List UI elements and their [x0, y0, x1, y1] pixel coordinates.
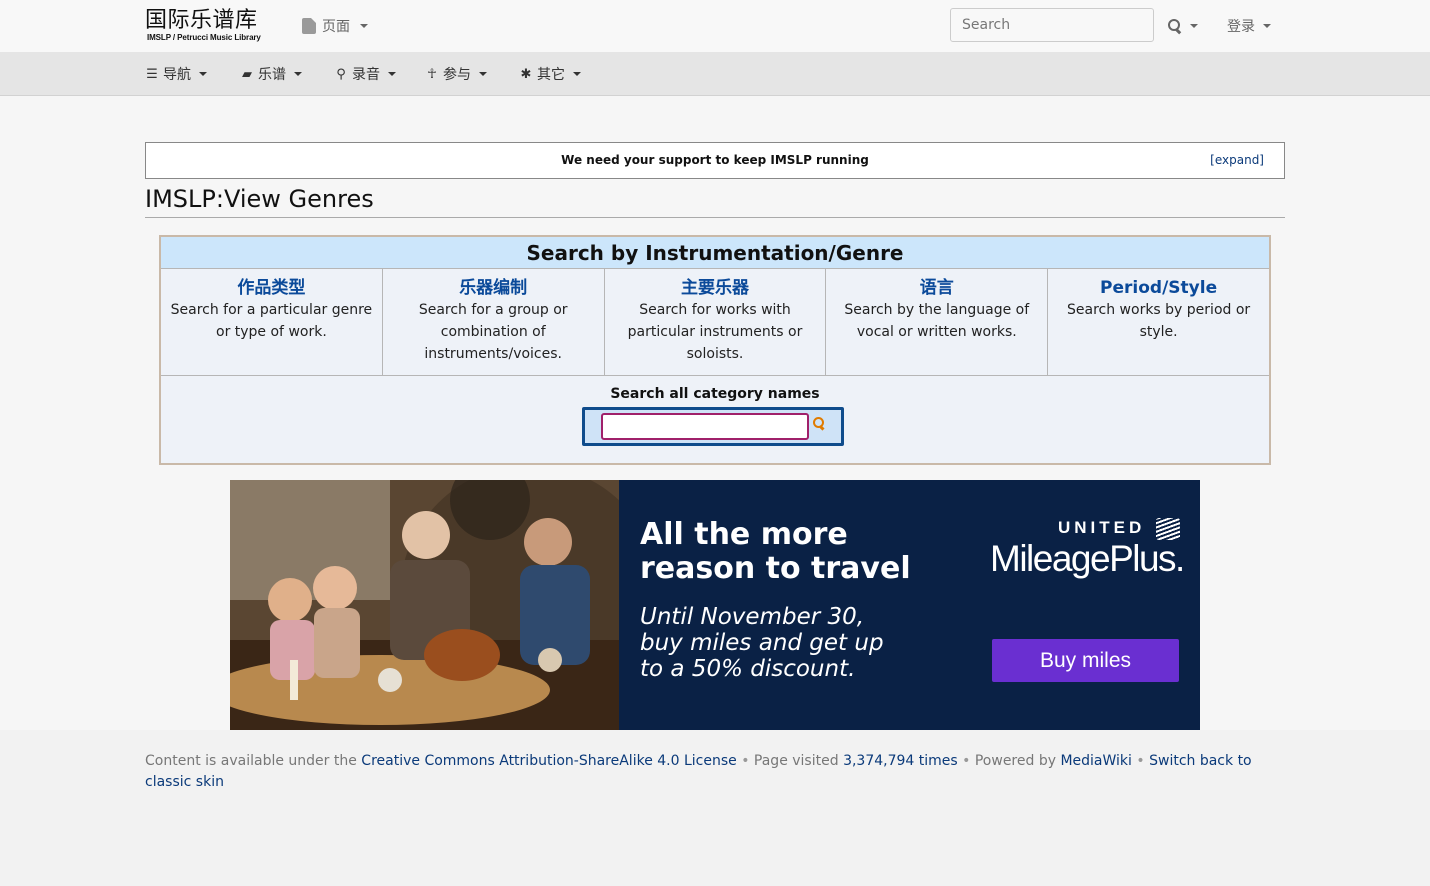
nav-item-other[interactable]: ✱ 其它 — [519, 65, 581, 83]
genre-search-table: Search by Instrumentation/Genre 作品类型 Sea… — [159, 235, 1271, 465]
title-divider — [145, 217, 1285, 218]
genre-link-period-style[interactable]: Period/Style — [1054, 278, 1263, 298]
genre-column: 乐器编制 Search for a group or combination o… — [383, 269, 605, 375]
advertisement-banner[interactable]: All the more reason to travel Until Nove… — [230, 480, 1200, 730]
chevron-down-icon — [573, 72, 581, 76]
nav-item-scores[interactable]: ▰ 乐谱 — [240, 65, 302, 83]
footer: Content is available under the Creative … — [145, 751, 1265, 793]
license-link[interactable]: Creative Commons Attribution-ShareAlike … — [361, 753, 736, 769]
book-icon: ▰ — [242, 66, 252, 82]
ad-brand: MileagePlus. — [990, 538, 1185, 579]
ad-photo — [230, 480, 619, 730]
logo-title: 国际乐谱库 — [145, 8, 258, 33]
support-banner: We need your support to keep IMSLP runni… — [145, 142, 1285, 179]
login-dropdown[interactable]: 登录 — [1227, 15, 1271, 37]
genre-column-desc: Search by the language of vocal or writt… — [844, 302, 1030, 340]
genre-link-work-type[interactable]: 作品类型 — [167, 278, 376, 298]
search-icon[interactable] — [812, 416, 828, 432]
chevron-down-icon — [388, 72, 396, 76]
genre-columns: 作品类型 Search for a particular genre or ty… — [161, 269, 1269, 376]
globe-icon — [1156, 518, 1180, 540]
category-search-box — [582, 407, 844, 446]
nav-item-navigation[interactable]: ☰ 导航 — [145, 65, 207, 83]
page-menu-label: 页面 — [322, 19, 350, 35]
visit-count-link[interactable]: 3,374,794 times — [843, 753, 958, 769]
nav-item-label: 乐谱 — [258, 67, 286, 83]
genre-link-instrumentation[interactable]: 乐器编制 — [389, 278, 598, 298]
page-title: IMSLP:View Genres — [145, 185, 374, 213]
menu-icon: ☰ — [146, 66, 158, 82]
ad-photo-illustration — [230, 480, 619, 730]
chevron-down-icon — [1190, 24, 1198, 28]
expand-link[interactable]: [expand] — [1210, 153, 1264, 167]
nav-item-label: 其它 — [537, 67, 565, 83]
genre-column-desc: Search for a particular genre or type of… — [170, 302, 373, 340]
person-icon: ☥ — [427, 66, 437, 82]
category-search-input[interactable] — [601, 413, 809, 440]
genre-link-featured-instrument[interactable]: 主要乐器 — [611, 278, 820, 298]
footer-powered-prefix: Powered by — [970, 753, 1061, 769]
ad-headline: All the more reason to travel — [640, 517, 911, 586]
main-navbar: ☰ 导航 ▰ 乐谱 ⚲ 录音 ☥ 参与 ✱ 其它 — [0, 52, 1430, 96]
genre-column: 主要乐器 Search for works with particular in… — [605, 269, 827, 375]
chevron-down-icon — [360, 24, 368, 28]
asterisk-icon: ✱ — [520, 66, 532, 82]
search-input[interactable] — [950, 8, 1154, 42]
nav-item-participate[interactable]: ☥ 参与 — [425, 65, 487, 83]
genre-column-desc: Search for works with particular instrum… — [627, 302, 803, 362]
login-label: 登录 — [1227, 19, 1255, 35]
genre-column: 作品类型 Search for a particular genre or ty… — [161, 269, 383, 375]
page-icon — [302, 18, 316, 34]
nav-item-recordings[interactable]: ⚲ 录音 — [334, 65, 396, 83]
footer-separator: • — [1136, 753, 1145, 769]
nav-item-label: 参与 — [443, 67, 471, 83]
chevron-down-icon — [294, 72, 302, 76]
page-menu-dropdown[interactable]: 页面 — [302, 15, 368, 37]
genre-column-desc: Search works by period or style. — [1067, 302, 1251, 340]
buy-miles-button[interactable]: Buy miles — [992, 639, 1179, 682]
genre-column-desc: Search for a group or combination of ins… — [418, 302, 568, 362]
ad-brand-small: UNITED — [1058, 518, 1146, 537]
genre-column: Period/Style Search works by period or s… — [1048, 269, 1269, 375]
genre-table-header: Search by Instrumentation/Genre — [161, 237, 1269, 269]
ad-subtext: Until November 30, buy miles and get up … — [640, 604, 884, 682]
nav-item-label: 导航 — [163, 67, 191, 83]
mediawiki-link[interactable]: MediaWiki — [1060, 753, 1131, 769]
chevron-down-icon — [199, 72, 207, 76]
genre-link-language[interactable]: 语言 — [832, 278, 1041, 298]
support-text: We need your support to keep IMSLP runni… — [561, 153, 869, 167]
category-search-label: Search all category names — [610, 386, 820, 402]
chevron-down-icon — [1263, 24, 1271, 28]
chevron-down-icon — [479, 72, 487, 76]
logo-subtitle: IMSLP / Petrucci Music Library — [147, 33, 261, 42]
top-bar: 国际乐谱库 IMSLP / Petrucci Music Library 页面 … — [0, 0, 1430, 52]
microphone-icon: ⚲ — [336, 66, 346, 82]
search-icon — [1168, 19, 1182, 33]
genre-column: 语言 Search by the language of vocal or wr… — [826, 269, 1049, 375]
nav-item-label: 录音 — [352, 67, 380, 83]
search-options-dropdown[interactable] — [1168, 15, 1198, 37]
site-logo[interactable]: 国际乐谱库 IMSLP / Petrucci Music Library — [145, 9, 261, 43]
footer-license-prefix: Content is available under the — [145, 753, 362, 769]
footer-visited-prefix: Page visited — [749, 753, 844, 769]
